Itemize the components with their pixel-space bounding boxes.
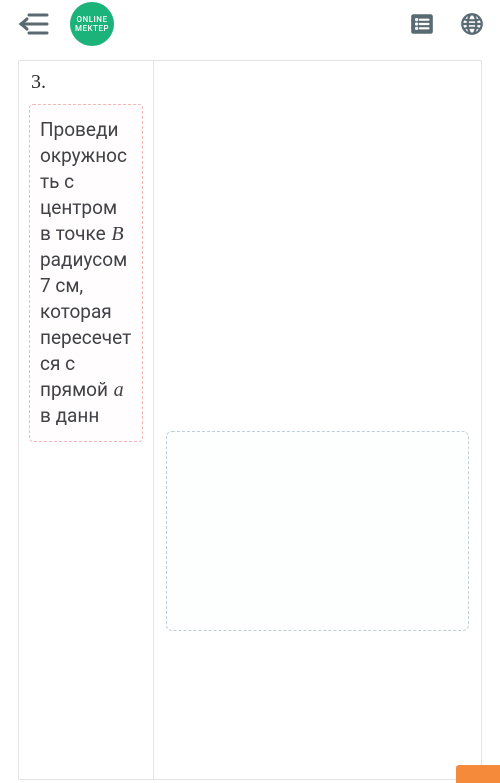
task-text: Проведи окружность с центром в точке B р… [40, 117, 132, 429]
list-view-button[interactable] [406, 8, 438, 40]
menu-toggle-button[interactable] [16, 6, 52, 42]
logo-text-line1: ONLINE [77, 15, 108, 24]
math-var-b: B [110, 223, 124, 245]
language-button[interactable] [456, 8, 488, 40]
question-number: 3. [31, 71, 143, 94]
list-icon [409, 11, 435, 37]
content-area: 3. Проведи окружность с центром в точке … [0, 48, 500, 780]
question-column: 3. Проведи окружность с центром в точке … [19, 61, 154, 779]
app-logo: ONLINE MEKTEP [70, 2, 114, 46]
math-var-a: a [113, 379, 125, 401]
help-button-peek[interactable] [456, 765, 500, 783]
drawing-canvas[interactable] [166, 431, 469, 631]
exercise-card: 3. Проведи окружность с центром в точке … [18, 60, 482, 780]
globe-icon [459, 11, 485, 37]
task-text-part3: в данн [40, 404, 99, 427]
logo-text-line2: MEKTEP [75, 24, 109, 33]
task-text-box: Проведи окружность с центром в точке B р… [29, 104, 143, 442]
menu-collapse-icon [17, 9, 51, 39]
answer-column [154, 61, 481, 779]
app-header: ONLINE MEKTEP [0, 0, 500, 48]
